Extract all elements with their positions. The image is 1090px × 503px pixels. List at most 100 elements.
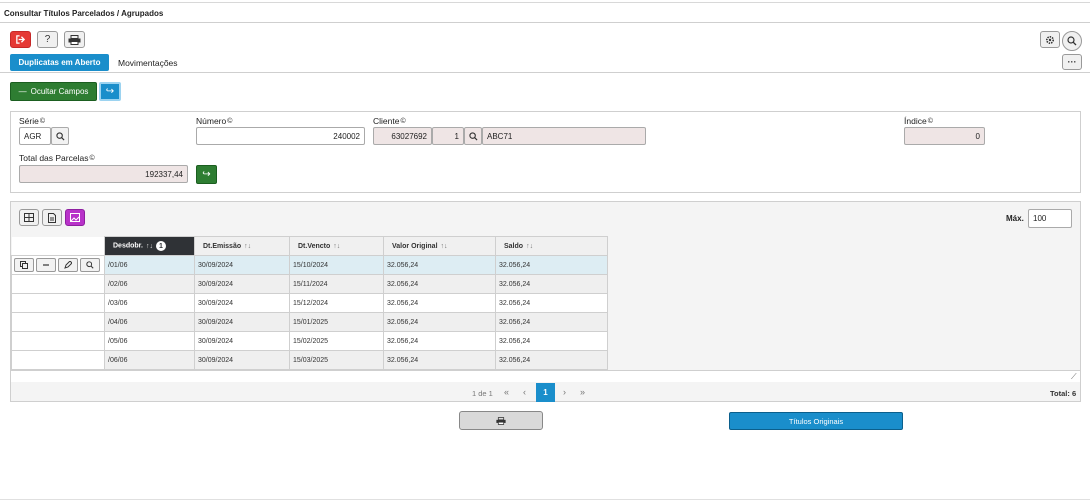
bottom-border [0,499,1090,500]
prev-page-button[interactable]: ‹ [523,387,526,397]
page-title: Consultar Títulos Parcelados / Agrupados [4,9,164,18]
row-actions [11,274,105,294]
help-button[interactable]: ? [37,31,58,48]
grid-export-button[interactable] [42,209,62,226]
table-row[interactable]: /01/06 30/09/2024 15/10/2024 32.056,24 3… [11,255,608,275]
tab-movimentacoes[interactable]: Movimentações [118,58,178,68]
image-icon [70,213,80,222]
share-arrow-icon: ↪ [202,169,211,180]
column-header-saldo[interactable]: Saldo ↑↓ [495,236,608,256]
share-arrow-icon: ↪ [105,86,115,97]
copy-button[interactable] [14,258,34,272]
actions-header [11,236,105,256]
search-icon [1067,36,1077,46]
info-icon: © [39,117,46,125]
serie-input[interactable]: AGR [19,127,51,145]
max-input[interactable]: 100 [1028,209,1072,228]
cliente-search-button[interactable] [464,127,482,145]
info-icon: © [227,117,233,125]
total-action-button[interactable]: ↪ [196,165,217,184]
cell-dt-emissao: 30/09/2024 [194,274,290,294]
serie-search-button[interactable] [51,127,69,145]
numero-input[interactable]: 240002 [196,127,365,145]
cell-saldo: 32.056,24 [495,293,608,313]
table-icon [24,213,34,222]
more-button[interactable]: ··· [1062,54,1082,70]
cell-saldo: 32.056,24 [495,312,608,332]
cell-valor-original: 32.056,24 [383,293,496,313]
print-icon [496,416,506,425]
cliente-label: Cliente © [373,116,406,126]
table-row[interactable]: /02/06 30/09/2024 15/11/2024 32.056,24 3… [11,274,608,294]
column-header-valor-original[interactable]: Valor Original ↑↓ [383,236,496,256]
info-icon: © [927,117,933,125]
minus-icon [43,264,49,266]
search-button[interactable] [1062,31,1082,51]
edit-button[interactable] [58,258,78,272]
cliente-code-input[interactable]: 63027692 [373,127,432,145]
cell-dt-emissao: 30/09/2024 [194,312,290,332]
sort-icon: ↑↓ [244,242,252,250]
table-row[interactable]: /05/06 30/09/2024 15/02/2025 32.056,24 3… [11,331,608,351]
indice-input[interactable]: 0 [904,127,985,145]
column-header-dt-emissao[interactable]: Dt.Emissão ↑↓ [194,236,290,256]
grid-chart-button[interactable] [65,209,85,226]
total-count: Total: 6 [1050,389,1077,398]
cell-saldo: 32.056,24 [495,274,608,294]
table-row[interactable]: /04/06 30/09/2024 15/01/2025 32.056,24 3… [11,312,608,332]
sort-order-badge: 1 [155,241,166,251]
print-report-button[interactable] [459,411,543,430]
info-icon: © [89,154,95,162]
exit-button[interactable] [10,31,31,48]
first-page-button[interactable]: « [504,387,509,397]
table-row[interactable]: /03/06 30/09/2024 15/12/2024 32.056,24 3… [11,293,608,313]
next-page-button[interactable]: › [563,387,566,397]
print-button[interactable] [64,31,85,48]
settings-button[interactable] [1040,31,1060,48]
serie-label: Série © [19,116,46,126]
last-page-button[interactable]: » [580,387,585,397]
column-label: Dt.Vencto [298,242,331,250]
tabs-divider [0,72,1090,73]
cell-desdobr: /02/06 [104,274,195,294]
titulos-originais-button[interactable]: Títulos Originais [729,412,903,430]
column-label: Valor Original [392,242,438,250]
row-actions [11,350,105,370]
info-icon: © [400,117,406,125]
column-label: Saldo [504,242,524,250]
table-row[interactable]: /06/06 30/09/2024 15/03/2025 32.056,24 3… [11,350,608,370]
remove-button[interactable] [36,258,56,272]
column-header-desdobr[interactable]: Desdobr. ↑↓ 1 [104,236,195,256]
print-icon [68,34,81,45]
cell-saldo: 32.056,24 [495,255,608,275]
cell-valor-original: 32.056,24 [383,312,496,332]
cell-dt-vencto: 15/10/2024 [289,255,384,275]
cliente-name-input[interactable]: ABC71 [482,127,646,145]
cell-saldo: 32.056,24 [495,350,608,370]
cell-desdobr: /01/06 [104,255,195,275]
cell-dt-vencto: 15/01/2025 [289,312,384,332]
grid-layout-button[interactable] [19,209,39,226]
exit-icon [16,35,26,44]
cell-desdobr: /04/06 [104,312,195,332]
tab-duplicatas-em-aberto[interactable]: Duplicatas em Aberto [10,54,109,71]
copy-icon [20,261,28,269]
forward-button[interactable]: ↪ [99,82,121,101]
resize-handle-icon[interactable]: ⟋ [1071,372,1077,382]
sort-icon: ↑↓ [333,242,341,250]
cell-dt-vencto: 15/03/2025 [289,350,384,370]
cell-dt-vencto: 15/11/2024 [289,274,384,294]
cliente-seq-input[interactable]: 1 [432,127,464,145]
hide-fields-label: Ocultar Campos [30,87,89,96]
page-button-1[interactable]: 1 [536,383,555,402]
total-input[interactable]: 192337,44 [19,165,188,183]
divider [0,22,1090,23]
view-button[interactable] [80,258,100,272]
pencil-icon [64,261,72,269]
column-header-dt-vencto[interactable]: Dt.Vencto ↑↓ [289,236,384,256]
hide-fields-button[interactable]: — Ocultar Campos [10,82,97,101]
titles-table: Desdobr. ↑↓ 1 Dt.Emissão ↑↓ Dt.Vencto ↑↓ Val… [11,236,608,370]
row-actions [11,255,105,275]
indice-label: Índice © [904,116,933,126]
row-actions [11,312,105,332]
